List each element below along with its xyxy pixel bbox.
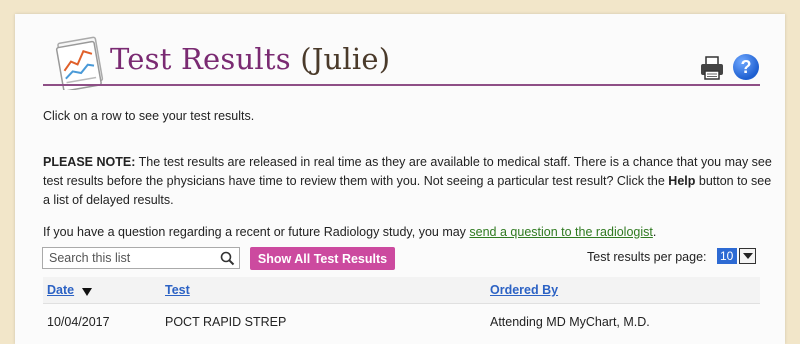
column-header-test[interactable]: Test: [165, 283, 190, 297]
table-header: Date Test Ordered By: [43, 277, 760, 304]
chevron-down-icon[interactable]: [739, 248, 756, 264]
note-label: PLEASE NOTE:: [43, 155, 136, 169]
test-results-table: Date Test Ordered By 10/04/2017 POCT RAP…: [43, 277, 760, 334]
column-header-ordered-by[interactable]: Ordered By: [490, 283, 558, 297]
page-title: Test Results (Julie): [110, 42, 390, 76]
search-box: [42, 247, 240, 269]
results-per-page-select[interactable]: 10: [717, 248, 756, 266]
radiology-paragraph: If you have a question regarding a recen…: [43, 223, 773, 242]
radiology-suffix: .: [652, 225, 657, 239]
sort-descending-icon: [82, 288, 92, 296]
help-icon[interactable]: ?: [733, 54, 759, 80]
show-all-test-results-button[interactable]: Show All Test Results: [250, 247, 395, 270]
note-body-1: The test results are released in real ti…: [43, 155, 772, 188]
row-ordered-by: Attending MD MyChart, M.D.: [490, 315, 650, 329]
send-question-radiologist-link[interactable]: send a question to the radiologist: [469, 225, 652, 239]
row-test: POCT RAPID STREP: [165, 315, 287, 329]
results-per-page-value[interactable]: 10: [717, 248, 737, 264]
search-icon[interactable]: [220, 251, 235, 266]
patient-name: (Julie): [300, 42, 391, 76]
title-divider: [43, 84, 760, 86]
page-header: Test Results (Julie) ?: [15, 14, 785, 90]
table-row[interactable]: 10/04/2017 POCT RAPID STREP Attending MD…: [43, 304, 760, 334]
search-input[interactable]: [43, 248, 219, 268]
column-header-date[interactable]: Date: [47, 283, 74, 297]
note-help-word: Help: [668, 174, 696, 188]
please-note-paragraph: PLEASE NOTE: The test results are releas…: [43, 153, 773, 210]
test-results-panel: Test Results (Julie) ? Click on a row to…: [15, 14, 785, 344]
page-title-text: Test Results: [110, 42, 291, 76]
document-chart-icon: [55, 36, 104, 90]
printer-icon[interactable]: [699, 55, 725, 81]
results-per-page-label: Test results per page:: [587, 250, 707, 264]
row-date: 10/04/2017: [47, 315, 110, 329]
radiology-prefix: If you have a question regarding a recen…: [43, 225, 470, 239]
click-row-instruction: Click on a row to see your test results.: [43, 109, 255, 123]
